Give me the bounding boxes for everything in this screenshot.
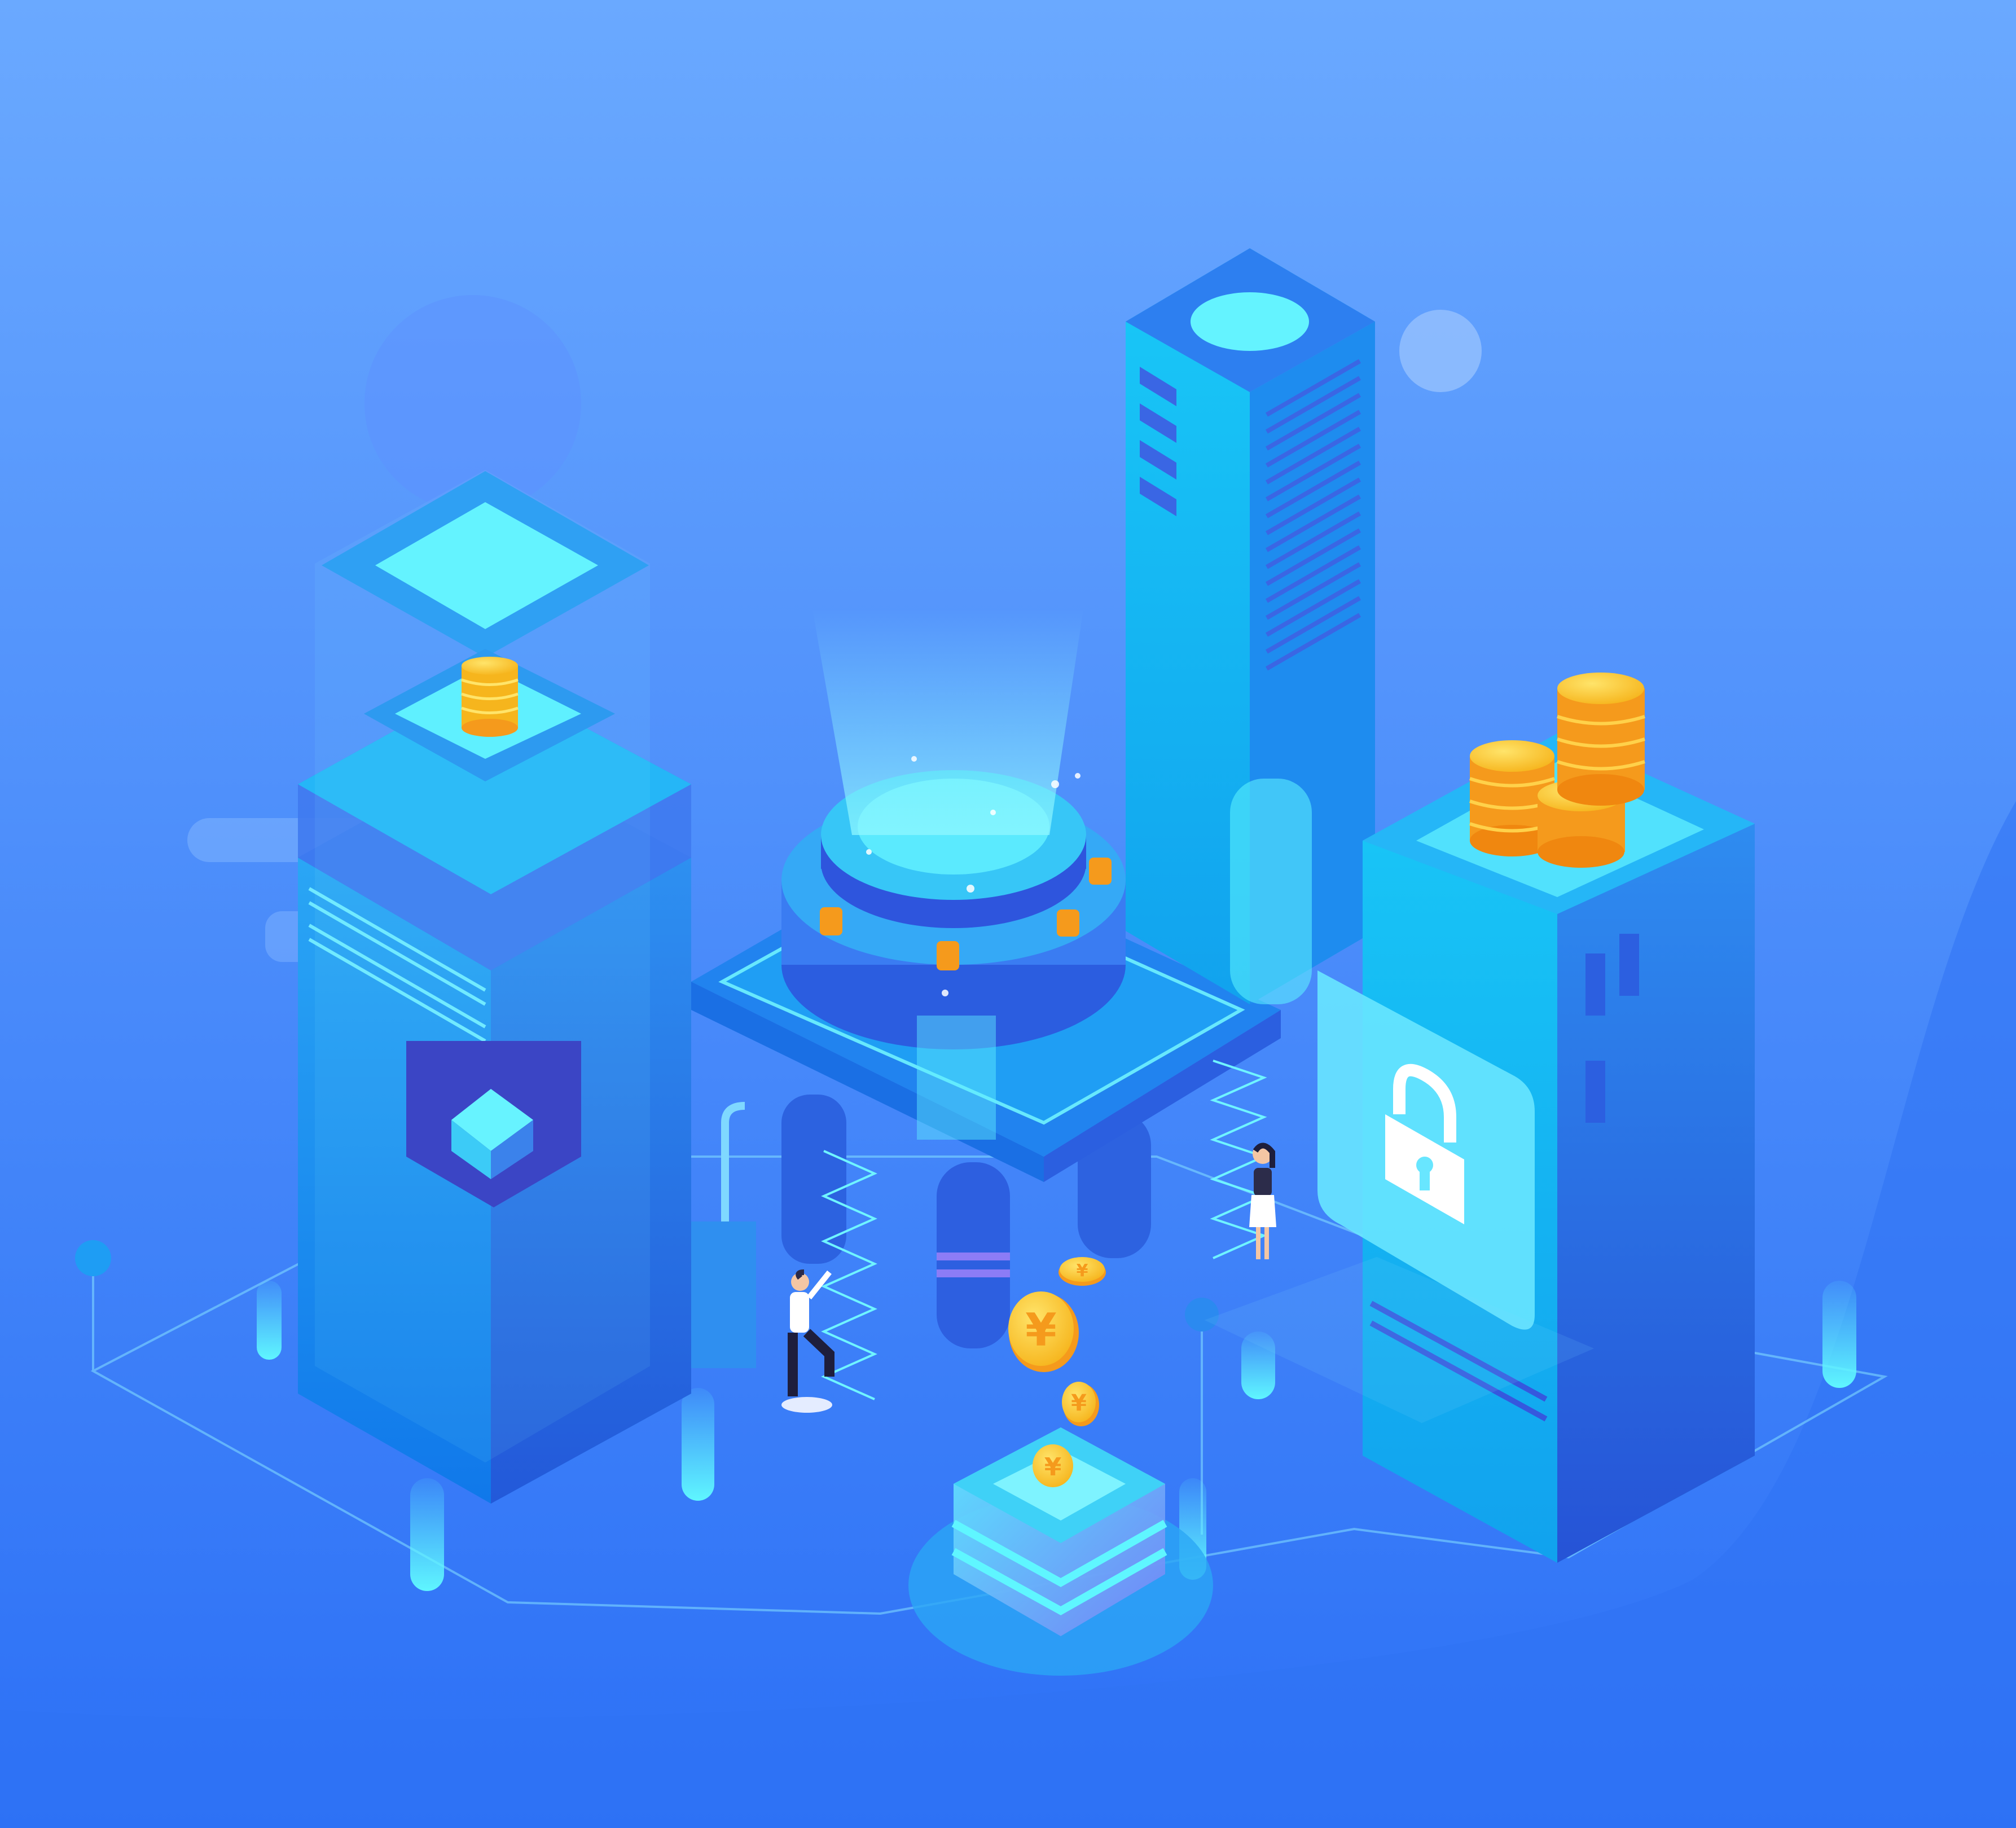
isometric-finance-scene: ¥ ¥ ¥ ¥ <box>0 0 2016 1828</box>
yen-coin-icon: ¥ <box>1058 1257 1106 1286</box>
background-circle-small <box>1399 310 1482 392</box>
tall-tower <box>1126 248 1375 1004</box>
scene-canvas: ¥ ¥ ¥ ¥ <box>0 0 2016 1828</box>
left-tower-coin-stack <box>461 657 519 737</box>
svg-text:¥: ¥ <box>1071 1390 1087 1416</box>
node-center <box>1185 1298 1219 1332</box>
svg-text:¥: ¥ <box>1077 1261 1088 1281</box>
light-beam <box>812 609 1083 835</box>
svg-text:¥: ¥ <box>1044 1453 1062 1482</box>
node-left <box>75 1240 111 1276</box>
svg-text:¥: ¥ <box>1025 1304 1057 1356</box>
left-tower <box>298 469 691 1504</box>
yen-coin-icon: ¥ <box>1033 1444 1073 1487</box>
